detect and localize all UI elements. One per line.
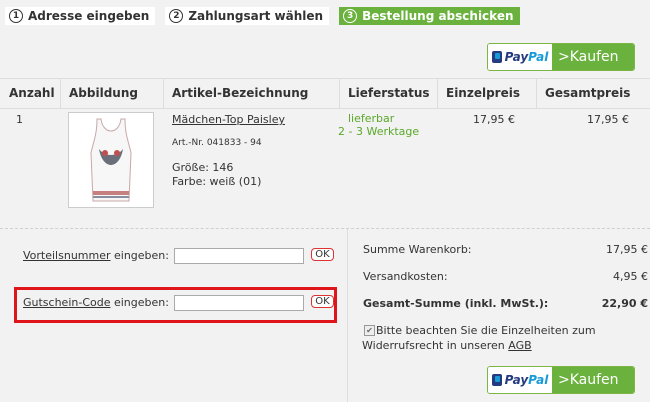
table-header: Anzahl Abbildung Artikel-Bezeichnung Lie… xyxy=(0,78,650,109)
gutschein-ok-button[interactable]: OK xyxy=(311,295,334,308)
summe-warenkorb-value: 17,95 € xyxy=(606,243,648,256)
vorteilsnummer-label: Vorteilsnummer eingeben: xyxy=(23,249,169,262)
versandkosten-value: 4,95 € xyxy=(613,270,648,283)
step-address[interactable]: 1 Adresse eingeben xyxy=(5,7,156,25)
delivery-status: lieferbar xyxy=(348,112,395,125)
section-divider xyxy=(0,228,650,229)
vorteilsnummer-ok-button[interactable]: OK xyxy=(311,248,334,261)
product-color: Farbe: weiß (01) xyxy=(172,175,262,188)
step-label: Adresse eingeben xyxy=(28,9,150,23)
paypal-logo: PayPal xyxy=(488,367,552,393)
vertical-divider xyxy=(347,229,348,402)
unit-price: 17,95 € xyxy=(473,113,515,126)
delivery-time: 2 - 3 Werktage xyxy=(338,125,420,138)
checkout-steps: 1 Adresse eingeben 2 Zahlungsart wählen … xyxy=(5,7,520,25)
col-anzahl: Anzahl xyxy=(9,86,55,100)
col-lieferstatus: Lieferstatus xyxy=(339,79,437,108)
col-abbildung: Abbildung xyxy=(60,79,163,108)
paypal-p-icon xyxy=(491,374,502,386)
article-number: Art.-Nr. 041833 - 94 xyxy=(172,138,262,148)
total-price: 17,95 € xyxy=(587,113,629,126)
paypal-buy-button-bottom[interactable]: PayPal >Kaufen xyxy=(487,366,635,394)
step-number: 3 xyxy=(343,9,358,23)
tank-top-image xyxy=(90,118,132,202)
versandkosten-label: Versandkosten: xyxy=(363,270,448,283)
vorteilsnummer-link[interactable]: Vorteilsnummer xyxy=(23,249,111,262)
summe-warenkorb-label: Summe Warenkorb: xyxy=(363,243,472,256)
paypal-logo: PayPal xyxy=(488,44,552,70)
buy-label: >Kaufen xyxy=(552,44,634,70)
buy-label: >Kaufen xyxy=(552,367,634,393)
gesamt-summe-value: 22,90 € xyxy=(601,297,648,310)
product-name-link[interactable]: Mädchen-Top Paisley xyxy=(172,113,285,126)
paypal-p-icon xyxy=(491,51,502,63)
widerruf-note: Bitte beachten Sie die Einzelheiten zum … xyxy=(362,324,596,352)
agb-link[interactable]: AGB xyxy=(508,339,531,352)
step-payment[interactable]: 2 Zahlungsart wählen xyxy=(165,7,330,25)
paypal-buy-button-top[interactable]: PayPal >Kaufen xyxy=(487,43,635,71)
step-submit-order: 3 Bestellung abschicken xyxy=(339,7,520,25)
col-gesamtpreis: Gesamtpreis xyxy=(536,79,650,108)
col-einzelpreis: Einzelpreis xyxy=(437,79,536,108)
product-image[interactable] xyxy=(68,112,154,208)
step-label: Zahlungsart wählen xyxy=(188,9,324,23)
product-size: Größe: 146 xyxy=(172,161,234,174)
gutschein-input[interactable] xyxy=(174,295,304,311)
step-number: 1 xyxy=(9,9,23,23)
col-artikel: Artikel-Bezeichnung xyxy=(163,79,339,108)
gesamt-summe-label: Gesamt-Summe (inkl. MwSt.): xyxy=(363,297,549,310)
gutschein-label: Gutschein-Code eingeben: xyxy=(23,296,169,309)
item-quantity: 1 xyxy=(16,113,23,126)
gutschein-link[interactable]: Gutschein-Code xyxy=(23,296,110,309)
step-number: 2 xyxy=(169,9,184,23)
step-label: Bestellung abschicken xyxy=(362,9,514,23)
vorteilsnummer-input[interactable] xyxy=(174,248,304,264)
